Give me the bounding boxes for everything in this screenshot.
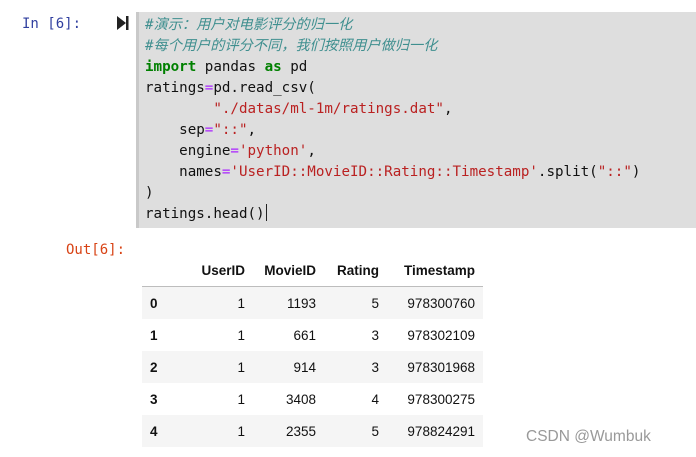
cell-timestamp: 978300275	[407, 391, 475, 407]
code-keyword-import: import	[145, 59, 197, 75]
cell-movieid: 2355	[285, 423, 316, 439]
cell-rating: 5	[371, 423, 379, 439]
dataframe-table: UserID MovieID Rating Timestamp 0 1 1193…	[142, 255, 483, 447]
code-editor[interactable]: #演示：用户对电影评分的归一化 #每个用户的评分不同，我们按照用户做归一化 im…	[145, 15, 640, 225]
table-row: 0 1 1193 5 978300760	[142, 286, 483, 319]
output-prompt: Out[6]:	[66, 242, 126, 258]
code-head-call: ratings.head()	[145, 206, 265, 222]
code-cell[interactable]: #演示：用户对电影评分的归一化 #每个用户的评分不同，我们按照用户做归一化 im…	[136, 12, 696, 228]
column-header-userid: UserID	[174, 255, 253, 287]
row-index: 4	[150, 423, 158, 439]
cell-userid: 1	[237, 359, 245, 375]
code-comment-2: #每个用户的评分不同，我们按照用户做归一化	[145, 38, 438, 54]
row-index: 3	[150, 391, 158, 407]
cell-timestamp: 978301968	[407, 359, 475, 375]
column-header-movieid: MovieID	[253, 255, 324, 287]
input-prompt: In [6]:	[22, 16, 82, 32]
code-arg-engine: engine	[145, 143, 231, 159]
code-punct: ,	[443, 101, 453, 117]
table-row: 2 1 914 3 978301968	[142, 351, 483, 383]
row-index: 0	[150, 295, 158, 311]
code-string-split: "::"	[597, 164, 632, 180]
code-module-name: pandas	[196, 59, 265, 75]
cell-timestamp: 978824291	[407, 423, 475, 439]
cell-timestamp: 978302109	[407, 327, 475, 343]
cell-rating: 4	[371, 391, 379, 407]
code-punct: ,	[307, 143, 316, 159]
code-punct: )	[631, 164, 641, 180]
cell-userid: 1	[237, 391, 245, 407]
table-row: 3 1 3408 4 978300275	[142, 383, 483, 415]
cell-movieid: 661	[293, 327, 316, 343]
cell-movieid: 1193	[286, 295, 316, 311]
cell-rating: 3	[371, 327, 379, 343]
cell-userid: 1	[237, 327, 245, 343]
code-close-paren: )	[145, 185, 154, 201]
cell-rating: 3	[371, 359, 379, 375]
run-cell-icon[interactable]	[116, 15, 130, 31]
code-string-names: 'UserID::MovieID::Rating::Timestamp'	[230, 164, 538, 180]
code-variable: ratings	[145, 80, 205, 96]
code-punct: ,	[247, 122, 257, 138]
cell-timestamp: 978300760	[407, 295, 475, 311]
watermark: CSDN @Wumbuk	[526, 428, 651, 445]
text-cursor	[265, 204, 267, 221]
row-index: 2	[150, 359, 158, 375]
table-row: 4 1 2355 5 978824291	[142, 415, 483, 447]
cell-movieid: 3408	[285, 391, 316, 407]
code-string-sep: "::"	[213, 122, 248, 138]
code-string-path: "./datas/ml-1m/ratings.dat"	[213, 101, 444, 117]
cell-userid: 1	[237, 423, 245, 439]
code-call: pd.read_csv(	[213, 80, 316, 96]
code-string-engine: 'python'	[238, 143, 308, 159]
index-header	[142, 255, 174, 287]
cell-userid: 1	[237, 295, 245, 311]
code-operator: =	[230, 143, 239, 159]
code-split-call: .split(	[537, 164, 598, 180]
column-header-timestamp: Timestamp	[387, 255, 483, 287]
code-comment-1: #演示：用户对电影评分的归一化	[145, 17, 353, 33]
column-header-rating: Rating	[324, 255, 387, 287]
code-alias: pd	[281, 59, 308, 75]
table-header-row: UserID MovieID Rating Timestamp	[142, 255, 483, 287]
row-index: 1	[150, 327, 158, 343]
table-row: 1 1 661 3 978302109	[142, 319, 483, 351]
cell-rating: 5	[371, 295, 379, 311]
cell-movieid: 914	[293, 359, 316, 375]
code-arg-names: names	[145, 164, 222, 180]
code-arg-sep: sep	[145, 122, 205, 138]
code-keyword-as: as	[264, 59, 282, 75]
